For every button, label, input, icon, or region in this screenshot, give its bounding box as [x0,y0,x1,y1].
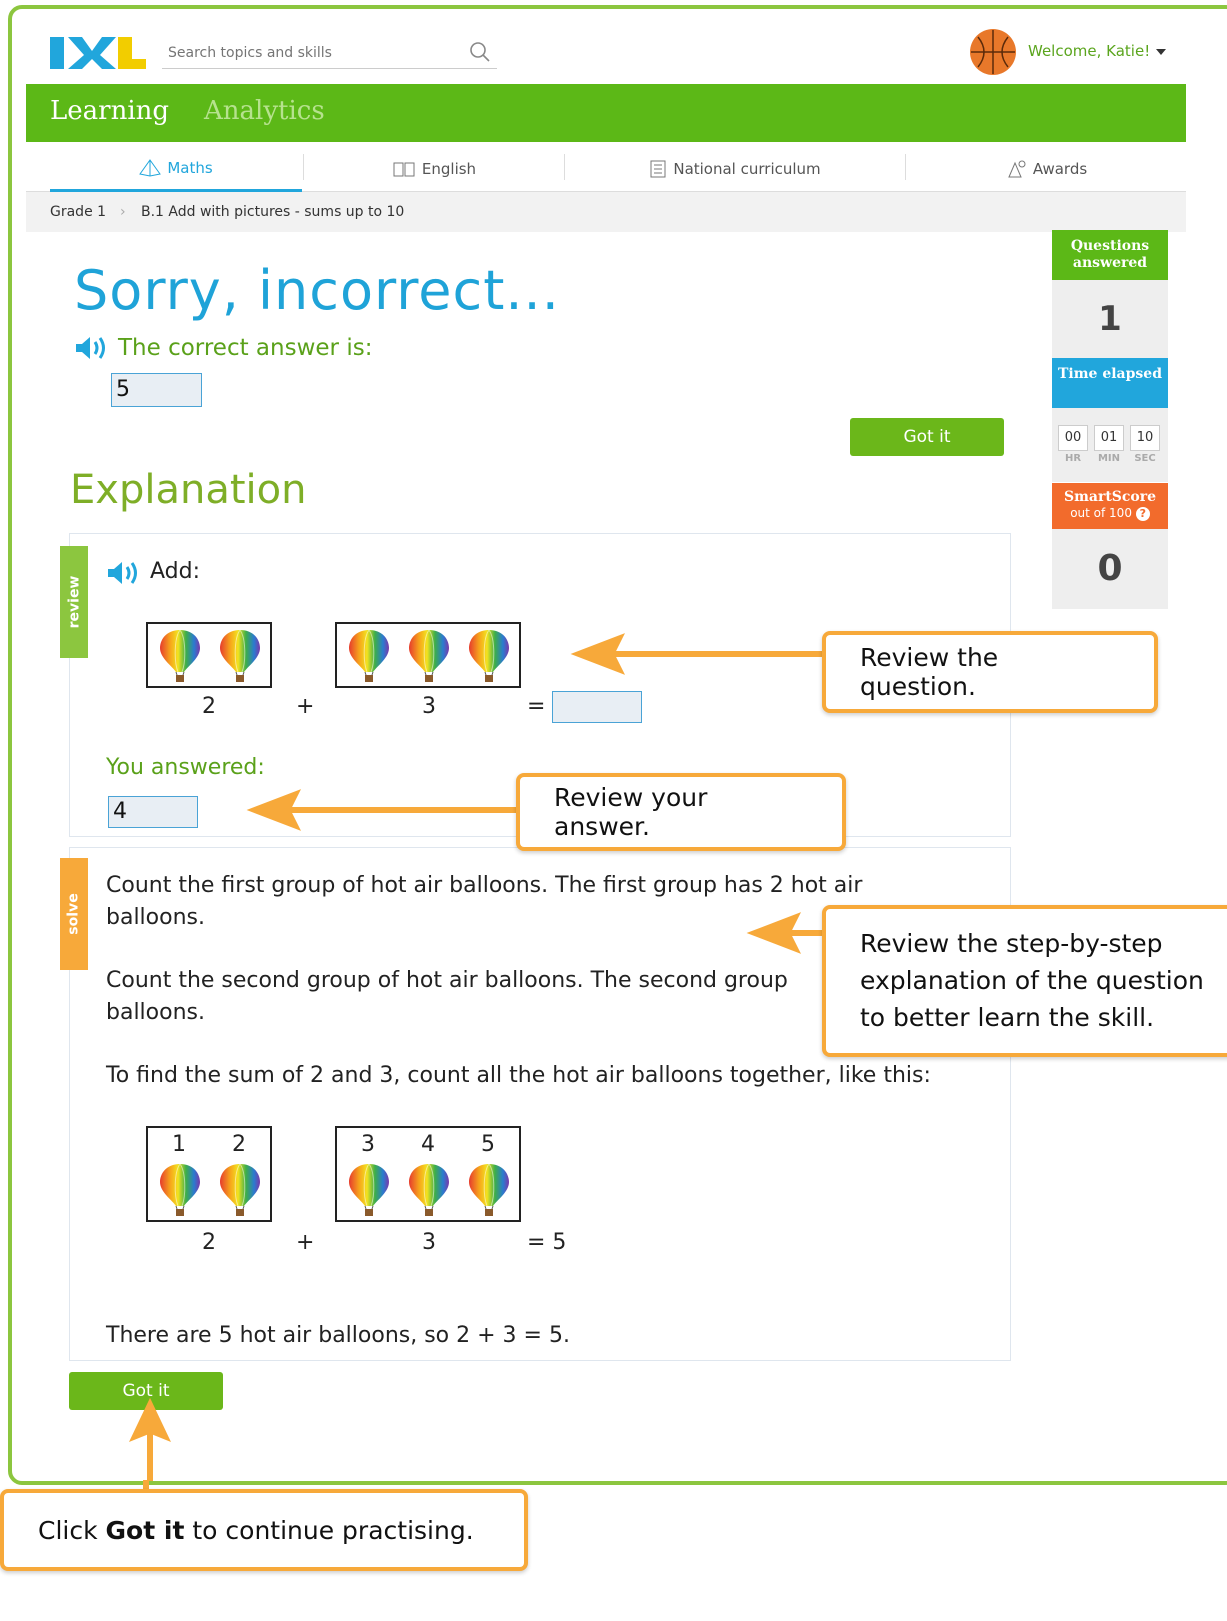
step1-text-cont: balloons. [106,905,205,930]
conclusion-text: There are 5 hot air balloons, so 2 + 3 =… [106,1323,570,1348]
app-frame: Welcome, Katie! Learning Analytics Maths… [8,5,1227,1485]
numbered-balloon-group-1: 1 2 [146,1126,272,1222]
tab-label: National curriculum [673,160,821,178]
callout-review-answer: Review your answer. [516,773,846,851]
group2-count: 3 [422,1230,436,1255]
search-input[interactable] [162,39,452,67]
hot-air-balloon-image [347,628,391,684]
step2-text: Count the second group of hot air balloo… [106,968,788,993]
search-bar[interactable] [162,39,497,69]
tab-label: Awards [1032,160,1088,178]
search-icon[interactable] [469,41,491,63]
balloon-number: 2 [232,1132,246,1157]
tab-label: English [421,160,477,178]
you-answered-label: You answered: [106,755,265,780]
callout-review-steps: Review the step-by-step explanation of t… [822,905,1227,1057]
hot-air-balloon-image [347,1162,391,1218]
hot-air-balloon-image [407,628,451,684]
main-nav: Learning Analytics [26,84,1186,142]
nav-analytics[interactable]: Analytics [204,96,325,126]
equals-sign: = [527,694,546,719]
seconds-label: SEC [1134,453,1156,464]
group1-count: 2 [202,694,216,719]
awards-icon [1008,160,1026,178]
hot-air-balloon-image [467,628,511,684]
questions-answered-value: 1 [1052,280,1168,358]
correct-answer-label: The correct answer is: [118,335,373,361]
time-elapsed-panel: 00 01 10 HR MIN SEC [1052,408,1168,482]
balloon-number: 1 [172,1132,186,1157]
correct-answer-box: 5 [111,373,202,407]
welcome-text: Welcome, Katie! [1028,42,1151,60]
ixl-logo[interactable] [50,33,146,71]
seconds-value: 10 [1130,425,1160,451]
user-menu[interactable]: Welcome, Katie! [1028,42,1167,60]
avatar[interactable] [970,29,1016,75]
hot-air-balloon-image [467,1162,511,1218]
feedback-title: Sorry, incorrect... [74,259,560,322]
empty-answer-box [552,691,642,723]
your-answer-box: 4 [108,796,198,828]
book-icon [393,162,415,177]
solve-flag: solve [60,858,88,970]
plus-sign: + [296,1230,315,1255]
group1-count: 2 [202,1230,216,1255]
document-icon [650,160,666,178]
step2-text-cont: balloons. [106,1000,205,1025]
chevron-right-icon: › [120,204,126,220]
basketball-icon [971,30,1015,74]
explanation-title: Explanation [70,467,307,513]
balloon-group-2 [335,622,521,688]
breadcrumb-grade[interactable]: Grade 1 [50,204,106,220]
smartscore-value: 0 [1052,529,1168,609]
subject-tabs: Maths English National curriculum Awards [26,146,1186,192]
questions-answered-label: Questions answered [1070,238,1150,271]
pyramid-icon [139,158,162,177]
hours-label: HR [1064,453,1082,464]
breadcrumb: Grade 1 › B.1 Add with pictures - sums u… [26,192,1186,232]
breadcrumb-skill: B.1 Add with pictures - sums up to 10 [141,204,405,220]
time-elapsed-header: Time elapsed [1052,358,1168,408]
questions-answered-header: Questions answered [1052,230,1168,280]
balloon-number: 5 [481,1132,495,1157]
hours-value: 00 [1058,425,1088,451]
hot-air-balloon-image [158,628,202,684]
tab-awards[interactable]: Awards [906,146,1186,192]
group2-count: 3 [422,694,436,719]
step3-text: To find the sum of 2 and 3, count all th… [106,1063,931,1088]
callout-click-got-it: Click Got it to continue practising. [0,1489,528,1571]
tab-national-curriculum[interactable]: National curriculum [565,146,905,192]
got-it-button-top[interactable]: Got it [850,418,1004,456]
review-flag: review [60,546,88,658]
tab-label: Maths [167,158,213,177]
nav-learning[interactable]: Learning [50,96,169,126]
balloon-number: 4 [421,1132,435,1157]
balloon-number: 3 [361,1132,375,1157]
hot-air-balloon-image [407,1162,451,1218]
got-it-button-bottom[interactable]: Got it [69,1372,223,1410]
step1-text: Count the first group of hot air balloon… [106,873,863,898]
sum-result: = 5 [527,1230,567,1255]
minutes-value: 01 [1094,425,1124,451]
speaker-icon[interactable] [106,560,142,586]
hot-air-balloon-image [218,628,262,684]
minutes-label: MIN [1097,453,1121,464]
plus-sign: + [296,694,315,719]
hot-air-balloon-image [158,1162,202,1218]
numbered-balloon-group-2: 3 4 5 [335,1126,521,1222]
speaker-icon[interactable] [74,335,110,361]
hot-air-balloon-image [218,1162,262,1218]
smartscore-header: SmartScore out of 100 ? [1052,483,1168,529]
callout-review-question: Review the question. [822,631,1158,713]
chevron-down-icon [1156,48,1167,55]
tab-maths[interactable]: Maths [50,146,302,192]
smartscore-label: SmartScore [1063,489,1157,505]
balloon-group-1 [146,622,272,688]
help-icon[interactable]: ? [1135,507,1150,521]
smartscore-sub: out of 100 ? [1052,506,1168,521]
time-elapsed-label: Time elapsed [1058,366,1162,382]
add-label: Add: [150,559,201,584]
tab-english[interactable]: English [304,146,564,192]
